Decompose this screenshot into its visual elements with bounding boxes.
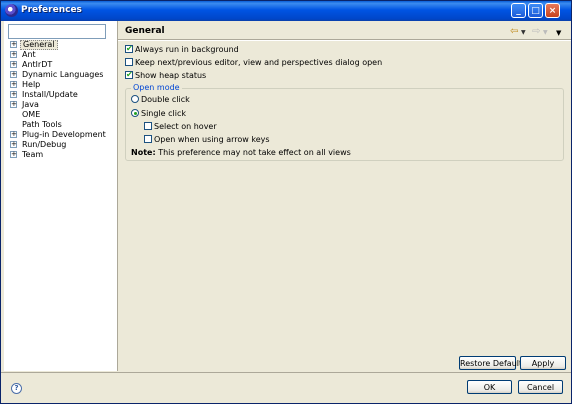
forward-arrow-icon[interactable]: ⇨ xyxy=(532,26,540,37)
keep-next-checkbox[interactable]: Keep next/previous editor, view and pers… xyxy=(125,57,383,68)
radio-icon xyxy=(131,108,139,117)
radio-icon xyxy=(131,94,139,103)
expand-plus-icon[interactable]: + xyxy=(10,141,17,148)
close-button[interactable]: × xyxy=(545,3,560,18)
single-click-label: Single click xyxy=(141,109,187,118)
view-menu-icon[interactable]: ▼ xyxy=(556,29,561,37)
tree-item-label: Plug-in Development xyxy=(22,130,106,139)
double-click-label: Double click xyxy=(141,95,190,104)
keep-next-label: Keep next/previous editor, view and pers… xyxy=(135,58,383,67)
tree-item-label: Help xyxy=(22,80,41,89)
filter-input[interactable] xyxy=(8,24,106,39)
checkbox-icon: ✔ xyxy=(125,43,133,53)
tree-item-label: General xyxy=(20,40,58,50)
open-mode-title: Open mode xyxy=(131,83,182,92)
apply-button[interactable]: Apply xyxy=(520,356,566,370)
bottom-separator xyxy=(1,372,571,373)
expand-plus-icon[interactable]: + xyxy=(10,81,17,88)
select-on-hover-checkbox[interactable]: Select on hover xyxy=(144,121,217,132)
preference-page: General ⇦ ▼ ⇨ ▼ ▼ ✔ Always run in backgro… xyxy=(118,21,571,371)
expand-plus-icon[interactable]: + xyxy=(10,61,17,68)
tree-item-label: Team xyxy=(22,150,44,159)
tree-item-label: Dynamic Languages xyxy=(22,70,104,79)
expand-plus-icon[interactable]: + xyxy=(10,101,17,108)
expand-plus-icon[interactable]: + xyxy=(10,51,17,58)
cancel-button[interactable]: Cancel xyxy=(518,380,563,394)
minimize-button[interactable]: _ xyxy=(511,3,526,18)
tree-item-label: Ant xyxy=(22,50,36,59)
tree-item-label: Path Tools xyxy=(22,120,62,129)
checkbox-icon xyxy=(125,57,133,66)
tree-item-label: Java xyxy=(22,100,39,109)
ok-button[interactable]: OK xyxy=(467,380,512,394)
expand-plus-icon[interactable]: + xyxy=(10,41,17,48)
restore-defaults-button[interactable]: Restore Defaults xyxy=(459,356,526,370)
back-arrow-icon[interactable]: ⇦ xyxy=(510,26,518,37)
double-click-radio[interactable]: Double click xyxy=(131,94,190,105)
always-run-checkbox[interactable]: ✔ Always run in background xyxy=(125,43,239,55)
forward-menu-chevron-icon[interactable]: ▼ xyxy=(543,29,548,36)
open-mode-group: Open mode Double click Single click Sele… xyxy=(125,83,564,161)
help-icon[interactable]: ? xyxy=(11,383,22,394)
expand-plus-icon[interactable]: + xyxy=(10,91,17,98)
title-bar[interactable]: Preferences _ □ × xyxy=(1,1,571,21)
maximize-button[interactable]: □ xyxy=(528,3,543,18)
tree-item-label: Install/Update xyxy=(22,90,78,99)
tree-item-label: Run/Debug xyxy=(22,140,67,149)
expand-plus-icon[interactable]: + xyxy=(10,131,17,138)
open-mode-note: Note: This preference may not take effec… xyxy=(131,148,351,157)
show-heap-checkbox[interactable]: ✔ Show heap status xyxy=(125,69,207,81)
open-arrow-keys-checkbox[interactable]: Open when using arrow keys xyxy=(144,134,270,145)
separator-highlight xyxy=(118,40,571,41)
expand-plus-icon[interactable]: + xyxy=(10,71,17,78)
tree-item-label: AntlrDT xyxy=(22,60,53,69)
show-heap-label: Show heap status xyxy=(135,71,207,80)
window-title: Preferences xyxy=(21,5,82,15)
checkbox-icon xyxy=(144,134,152,143)
tree-item-label: OME xyxy=(22,110,41,119)
open-arrow-keys-label: Open when using arrow keys xyxy=(154,135,270,144)
preferences-window: Preferences _ □ × + General + Ant + AntlrDT + D… xyxy=(0,0,572,404)
page-title: General xyxy=(125,26,165,36)
eclipse-icon xyxy=(5,4,18,17)
always-run-label: Always run in background xyxy=(135,45,239,54)
expand-plus-icon[interactable]: + xyxy=(10,151,17,158)
checkbox-icon xyxy=(144,121,152,130)
note-label: Note: xyxy=(131,148,156,157)
back-menu-chevron-icon[interactable]: ▼ xyxy=(521,29,526,36)
preference-tree-panel: + General + Ant + AntlrDT + Dynamic Languages + H… xyxy=(4,21,118,371)
checkbox-icon: ✔ xyxy=(125,69,133,79)
single-click-radio[interactable]: Single click xyxy=(131,108,187,119)
note-text: This preference may not take effect on a… xyxy=(158,148,351,157)
select-on-hover-label: Select on hover xyxy=(154,122,217,131)
